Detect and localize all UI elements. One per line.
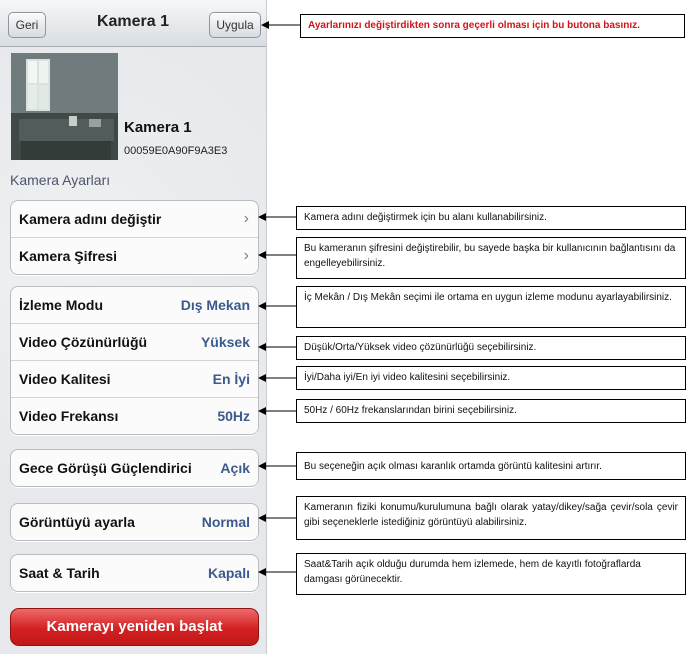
annotation-resolution: Düşük/Orta/Yüksek video çözünürlüğü seçe… [296, 336, 686, 360]
annotation-viewing-mode: İç Mekân / Dış Mekân seçimi ile ortama e… [296, 286, 686, 328]
annotation-frequency: 50Hz / 60Hz frekanslarından birini seçeb… [296, 399, 686, 423]
annotation-password: Bu kameranın şifresini değiştirebilir, b… [296, 237, 686, 279]
annotation-datetime: Saat&Tarih açık olduğu durumda hem izlem… [296, 553, 686, 595]
annotation-quality: İyi/Daha iyi/En iyi video kalitesini seç… [296, 366, 686, 390]
annotation-apply: Ayarlarınızı değiştirdikten sonra geçerl… [300, 14, 685, 38]
annotation-rename: Kamera adını değiştirmek için bu alanı k… [296, 206, 686, 230]
annotation-night-vision: Bu seçeneğin açık olması karanlık ortamd… [296, 452, 686, 480]
annotation-image-adjust: Kameranın fiziki konumu/kurulumuna bağlı… [296, 496, 686, 540]
